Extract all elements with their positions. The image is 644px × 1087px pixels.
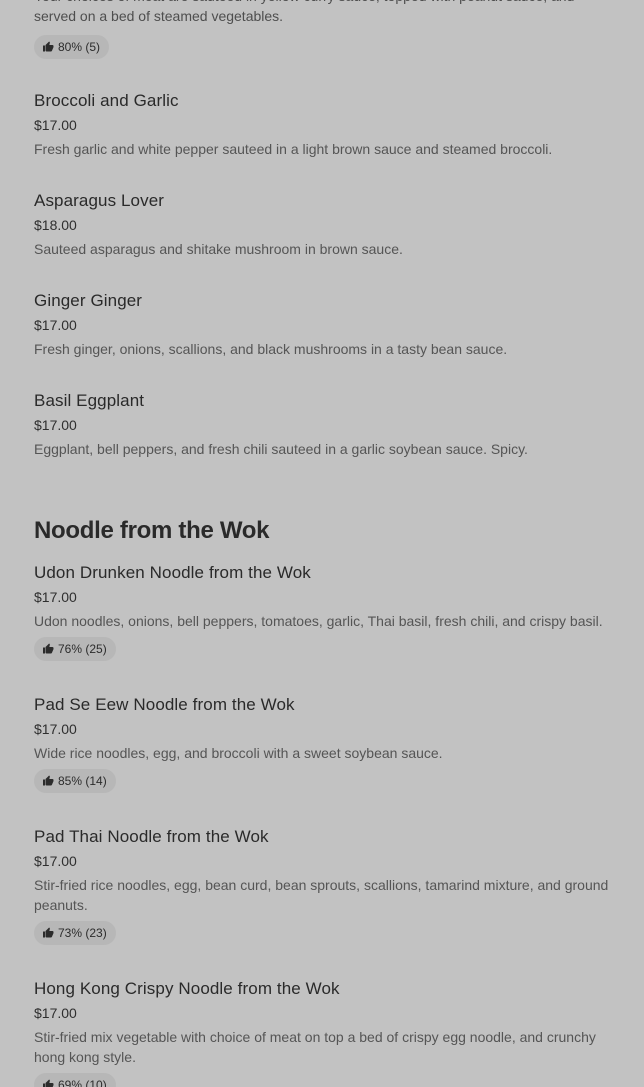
item-name: Broccoli and Garlic: [34, 91, 179, 110]
rating-text: 85% (14): [58, 774, 107, 788]
menu-item[interactable]: Asparagus Lover $18.00 Sauteed asparagus…: [34, 190, 616, 259]
item-description: Your choices of meat are sauteed in yell…: [34, 0, 574, 24]
item-price: $17.00: [34, 853, 77, 869]
item-name: Pad Thai Noodle from the Wok: [34, 827, 269, 846]
item-price: $17.00: [34, 317, 77, 333]
rating-text: 69% (10): [58, 1078, 107, 1087]
item-price: $17.00: [34, 721, 77, 737]
item-name: Ginger Ginger: [34, 291, 143, 310]
menu-item[interactable]: Pad Thai Noodle from the Wok $17.00 Stir…: [34, 826, 616, 945]
item-description: Fresh garlic and white pepper sauteed in…: [34, 141, 553, 157]
rating-badge: 80% (5): [34, 35, 110, 59]
item-description: Udon noodles, onions, bell peppers, toma…: [34, 613, 603, 629]
item-price: $18.00: [34, 217, 77, 233]
rating-text: 76% (25): [58, 642, 107, 656]
rating-badge: 76% (25): [34, 637, 116, 661]
item-price: $17.00: [34, 117, 77, 133]
item-description: Stir-fried rice noodles, egg, bean curd,…: [34, 877, 609, 913]
thumbs-up-icon: [43, 927, 54, 938]
item-price: $17.00: [34, 1005, 77, 1021]
thumbs-up-icon: [43, 1079, 54, 1087]
item-name: Basil Eggplant: [34, 391, 145, 410]
rating-badge: 73% (23): [34, 921, 116, 945]
menu-item[interactable]: Hong Kong Crispy Noodle from the Wok $17…: [34, 978, 616, 1087]
item-description: Stir-fried mix vegetable with choice of …: [34, 1029, 596, 1065]
thumbs-up-icon: [43, 41, 54, 52]
item-description: Fresh ginger, onions, scallions, and bla…: [34, 341, 508, 357]
item-name: Asparagus Lover: [34, 191, 165, 210]
item-description: Wide rice noodles, egg, and broccoli wit…: [34, 745, 443, 761]
rating-text: 73% (23): [58, 926, 107, 940]
thumbs-up-icon: [43, 643, 54, 654]
rating-badge: 85% (14): [34, 769, 116, 793]
item-name: Udon Drunken Noodle from the Wok: [34, 563, 311, 582]
item-name: Pad Se Eew Noodle from the Wok: [34, 695, 295, 714]
item-description: Sauteed asparagus and shitake mushroom i…: [34, 241, 403, 257]
item-name: Hong Kong Crispy Noodle from the Wok: [34, 979, 340, 998]
menu-item[interactable]: Ginger Ginger $17.00 Fresh ginger, onion…: [34, 290, 616, 359]
item-price: $17.00: [34, 589, 77, 605]
section-title: Noodle from the Wok: [34, 517, 270, 544]
menu-item[interactable]: Udon Drunken Noodle from the Wok $17.00 …: [34, 562, 616, 661]
menu-item[interactable]: Pad Se Eew Noodle from the Wok $17.00 Wi…: [34, 694, 616, 793]
menu-item[interactable]: Broccoli and Garlic $17.00 Fresh garlic …: [34, 90, 616, 159]
item-price: $17.00: [34, 417, 77, 433]
menu-item-partial[interactable]: Your choices of meat are sauteed in yell…: [34, 0, 616, 59]
item-description: Eggplant, bell peppers, and fresh chili …: [34, 441, 528, 457]
rating-text: 80% (5): [58, 40, 101, 54]
thumbs-up-icon: [43, 775, 54, 786]
menu-item[interactable]: Basil Eggplant $17.00 Eggplant, bell pep…: [34, 390, 616, 459]
rating-badge: 69% (10): [34, 1073, 116, 1087]
